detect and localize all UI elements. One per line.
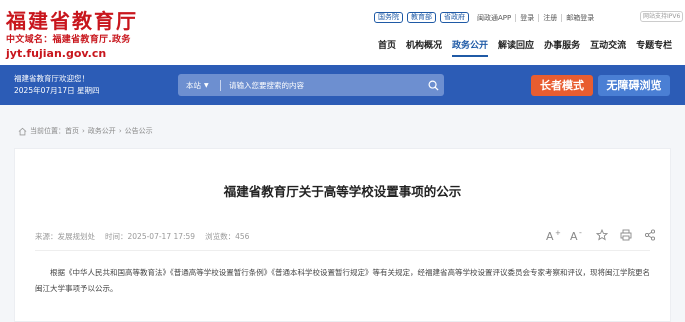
breadcrumb: 当前位置： 首页 › 政务公开 › 公告公示 [18, 126, 153, 136]
welcome-text: 福建省教育厅欢迎您！ [14, 74, 89, 83]
link-mzt-app[interactable]: 闽政通APP [473, 14, 515, 22]
font-increase-icon[interactable]: A + [542, 228, 566, 242]
svg-text:A: A [546, 230, 554, 241]
link-province-gov[interactable]: 省政府 [440, 12, 469, 23]
star-icon[interactable] [590, 228, 614, 242]
article-views: 浏览数：456 [205, 232, 250, 241]
nav-interaction[interactable]: 互动交流 [590, 39, 626, 53]
nav-gov-affairs[interactable]: 政务公开 [452, 39, 489, 57]
current-date: 2025年07月17日 星期四 [14, 86, 100, 95]
meta-divider [35, 250, 650, 251]
print-icon[interactable] [614, 228, 638, 242]
article-card: 福建省教育厅关于高等学校设置事项的公示 来源：发展规划处 时间：2025-07-… [14, 148, 671, 322]
nav-services[interactable]: 办事服务 [544, 39, 580, 53]
font-decrease-icon[interactable]: A- [566, 228, 590, 242]
search-icon[interactable] [422, 74, 444, 96]
svg-text:+: + [555, 229, 561, 237]
link-ministry-education[interactable]: 教育部 [407, 12, 436, 23]
elder-mode-button[interactable]: 长者模式 [531, 75, 593, 96]
breadcrumb-separator: › [118, 127, 122, 135]
svg-text:A: A [570, 230, 578, 241]
search-scope-select[interactable]: 本站 ▼ [178, 80, 220, 91]
search-box: 本站 ▼ 请输入您要搜索的内容 [178, 74, 444, 96]
share-icon[interactable] [638, 228, 662, 242]
svg-text:-: - [579, 229, 582, 237]
site-title: 福建省教育厅 [6, 9, 138, 33]
nav-interpretation[interactable]: 解读回应 [498, 39, 534, 53]
breadcrumb-separator: › [82, 127, 85, 135]
search-scope-label: 本站 [186, 80, 201, 90]
link-mail-login[interactable]: 邮箱登录 [561, 13, 598, 22]
welcome-block: 福建省教育厅欢迎您！ 2025年07月17日 星期四 [14, 73, 100, 97]
top-links: 国务院 教育部 省政府 闽政通APP 登录 注册 邮箱登录 [374, 11, 598, 24]
site-domain: jyt.fujian.gov.cn [6, 47, 107, 60]
home-icon [18, 127, 27, 135]
breadcrumb-gov-affairs[interactable]: 政务公开 [88, 126, 116, 136]
link-register[interactable]: 注册 [538, 13, 561, 22]
article-body: 根据《中华人民共和国高等教育法》《普通高等学校设置暂行条例》《普通本科学校设置暂… [35, 268, 650, 293]
breadcrumb-announcements[interactable]: 公告公示 [125, 126, 153, 136]
link-state-council[interactable]: 国务院 [374, 12, 403, 23]
article-source: 来源：发展规划处 [35, 232, 95, 241]
breadcrumb-label: 当前位置： [30, 127, 65, 135]
article-meta: 来源：发展规划处 时间：2025-07-17 17:59 浏览数：456 [35, 231, 259, 242]
site-logo[interactable]: 福建省教育厅 中文域名：福建省教育厅.政务 jyt.fujian.gov.cn [6, 10, 138, 60]
ipv6-badge: 网站支持IPV6 [640, 11, 684, 22]
main-nav: 首页 机构概况 政务公开 解读回应 办事服务 互动交流 专题专栏 [378, 39, 682, 57]
link-login[interactable]: 登录 [515, 13, 538, 22]
breadcrumb-home[interactable]: 首页 [65, 126, 79, 136]
search-input[interactable]: 请输入您要搜索的内容 [229, 80, 422, 91]
article-tools: A + A- [542, 228, 662, 242]
site-header: 福建省教育厅 中文域名：福建省教育厅.政务 jyt.fujian.gov.cn … [0, 0, 685, 62]
search-divider [220, 79, 221, 91]
nav-home[interactable]: 首页 [378, 39, 396, 53]
chinese-domain: 中文域名：福建省教育厅.政务 [6, 35, 131, 45]
nav-topics[interactable]: 专题专栏 [636, 39, 672, 53]
chevron-down-icon: ▼ [204, 81, 209, 89]
article-time: 时间：2025-07-17 17:59 [105, 232, 196, 241]
accessible-browse-button[interactable]: 无障碍浏览 [598, 75, 670, 96]
article-title: 福建省教育厅关于高等学校设置事项的公示 [223, 184, 462, 199]
search-banner: 福建省教育厅欢迎您！ 2025年07月17日 星期四 本站 ▼ 请输入您要搜索的… [0, 65, 685, 105]
nav-organization[interactable]: 机构概况 [406, 39, 442, 53]
